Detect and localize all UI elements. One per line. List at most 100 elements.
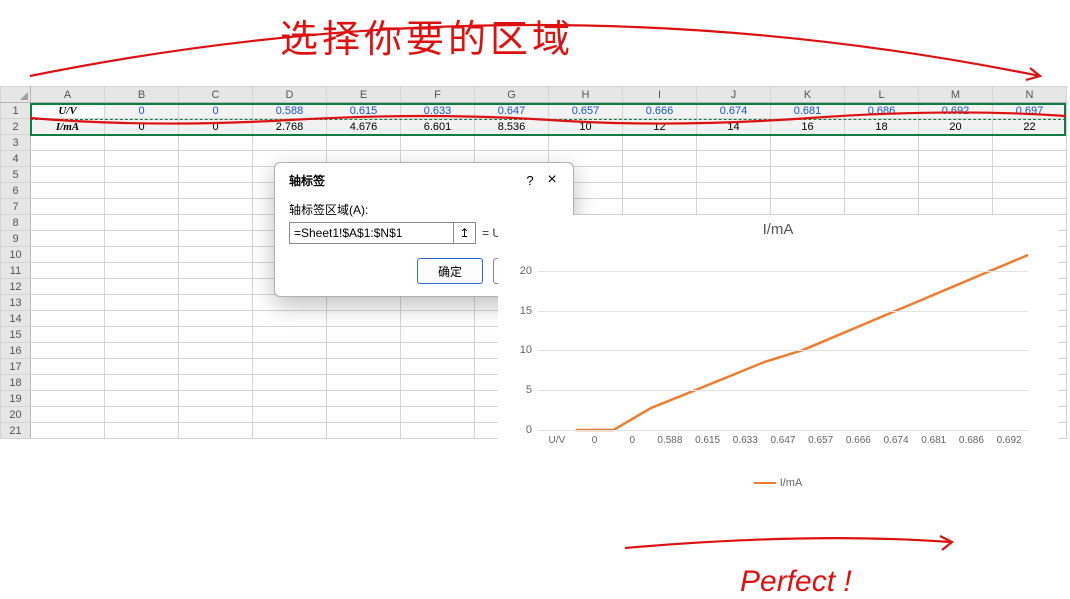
cell[interactable] bbox=[401, 375, 475, 391]
select-all-corner[interactable] bbox=[1, 87, 31, 103]
cell[interactable] bbox=[179, 135, 253, 151]
cell[interactable]: 0.615 bbox=[327, 103, 401, 119]
cell[interactable] bbox=[105, 135, 179, 151]
row-header[interactable]: 3 bbox=[1, 135, 31, 151]
cell[interactable] bbox=[401, 135, 475, 151]
cell[interactable] bbox=[179, 295, 253, 311]
cell[interactable] bbox=[179, 215, 253, 231]
row-header[interactable]: 20 bbox=[1, 407, 31, 423]
cell[interactable] bbox=[31, 231, 105, 247]
cell[interactable] bbox=[105, 279, 179, 295]
row-header[interactable]: 15 bbox=[1, 327, 31, 343]
cell[interactable] bbox=[845, 199, 919, 215]
cell[interactable] bbox=[31, 167, 105, 183]
cell[interactable] bbox=[31, 359, 105, 375]
row-header[interactable]: 2 bbox=[1, 119, 31, 135]
col-header[interactable]: E bbox=[327, 87, 401, 103]
cell[interactable] bbox=[845, 135, 919, 151]
range-picker-icon[interactable]: ↥ bbox=[453, 223, 475, 243]
cell[interactable] bbox=[771, 151, 845, 167]
cell[interactable] bbox=[327, 391, 401, 407]
cell[interactable] bbox=[31, 391, 105, 407]
cell[interactable] bbox=[179, 151, 253, 167]
cell[interactable] bbox=[105, 167, 179, 183]
cell[interactable] bbox=[623, 199, 697, 215]
cell[interactable] bbox=[327, 375, 401, 391]
cell[interactable] bbox=[697, 135, 771, 151]
cell[interactable] bbox=[253, 407, 327, 423]
row-header[interactable]: 19 bbox=[1, 391, 31, 407]
cell[interactable] bbox=[179, 183, 253, 199]
col-header[interactable]: G bbox=[475, 87, 549, 103]
cell[interactable] bbox=[105, 183, 179, 199]
cell[interactable]: 0.681 bbox=[771, 103, 845, 119]
cell[interactable] bbox=[105, 151, 179, 167]
cell[interactable] bbox=[105, 423, 179, 439]
cell[interactable] bbox=[179, 327, 253, 343]
cell[interactable] bbox=[105, 407, 179, 423]
cell[interactable] bbox=[919, 135, 993, 151]
cell[interactable] bbox=[327, 423, 401, 439]
row-header[interactable]: 5 bbox=[1, 167, 31, 183]
cell[interactable] bbox=[105, 231, 179, 247]
cell[interactable] bbox=[31, 423, 105, 439]
row-header[interactable]: 9 bbox=[1, 231, 31, 247]
cell[interactable] bbox=[253, 343, 327, 359]
cell[interactable]: 16 bbox=[771, 119, 845, 135]
col-header[interactable]: F bbox=[401, 87, 475, 103]
cell[interactable] bbox=[697, 151, 771, 167]
cell[interactable]: 18 bbox=[845, 119, 919, 135]
col-header[interactable]: H bbox=[549, 87, 623, 103]
cell[interactable] bbox=[993, 183, 1067, 199]
cell[interactable]: 20 bbox=[919, 119, 993, 135]
row-header[interactable]: 17 bbox=[1, 359, 31, 375]
cell[interactable]: 22 bbox=[993, 119, 1067, 135]
row-header[interactable]: 18 bbox=[1, 375, 31, 391]
col-header[interactable]: C bbox=[179, 87, 253, 103]
cell[interactable] bbox=[845, 167, 919, 183]
col-header[interactable]: N bbox=[993, 87, 1067, 103]
cell[interactable]: 12 bbox=[623, 119, 697, 135]
col-header[interactable]: J bbox=[697, 87, 771, 103]
cell[interactable] bbox=[179, 247, 253, 263]
cell[interactable] bbox=[31, 343, 105, 359]
cell[interactable] bbox=[105, 295, 179, 311]
cell[interactable] bbox=[31, 183, 105, 199]
row-header[interactable]: 14 bbox=[1, 311, 31, 327]
cell[interactable]: I/mA bbox=[31, 119, 105, 135]
cell[interactable] bbox=[919, 199, 993, 215]
cell[interactable] bbox=[105, 343, 179, 359]
cell[interactable] bbox=[327, 407, 401, 423]
row-header[interactable]: 11 bbox=[1, 263, 31, 279]
cell[interactable] bbox=[845, 151, 919, 167]
cell[interactable] bbox=[623, 135, 697, 151]
col-header[interactable]: D bbox=[253, 87, 327, 103]
col-header[interactable]: A bbox=[31, 87, 105, 103]
cell[interactable]: 10 bbox=[549, 119, 623, 135]
cell[interactable] bbox=[179, 359, 253, 375]
col-header[interactable]: K bbox=[771, 87, 845, 103]
cell[interactable] bbox=[179, 423, 253, 439]
cell[interactable] bbox=[31, 295, 105, 311]
cell[interactable] bbox=[31, 199, 105, 215]
cell[interactable] bbox=[993, 199, 1067, 215]
cell[interactable] bbox=[179, 231, 253, 247]
cell[interactable]: 2.768 bbox=[253, 119, 327, 135]
cell[interactable] bbox=[401, 423, 475, 439]
cell[interactable] bbox=[179, 279, 253, 295]
cell[interactable]: 0.657 bbox=[549, 103, 623, 119]
cell[interactable] bbox=[105, 391, 179, 407]
cell[interactable] bbox=[771, 167, 845, 183]
cell[interactable] bbox=[253, 423, 327, 439]
cell[interactable] bbox=[31, 279, 105, 295]
cell[interactable]: 0 bbox=[179, 119, 253, 135]
cell[interactable] bbox=[31, 135, 105, 151]
col-header[interactable]: L bbox=[845, 87, 919, 103]
cell[interactable]: 0 bbox=[179, 103, 253, 119]
cell[interactable]: 14 bbox=[697, 119, 771, 135]
cell[interactable] bbox=[401, 343, 475, 359]
cell[interactable]: 8.536 bbox=[475, 119, 549, 135]
cell[interactable] bbox=[179, 343, 253, 359]
cell[interactable] bbox=[179, 199, 253, 215]
cell[interactable] bbox=[253, 311, 327, 327]
